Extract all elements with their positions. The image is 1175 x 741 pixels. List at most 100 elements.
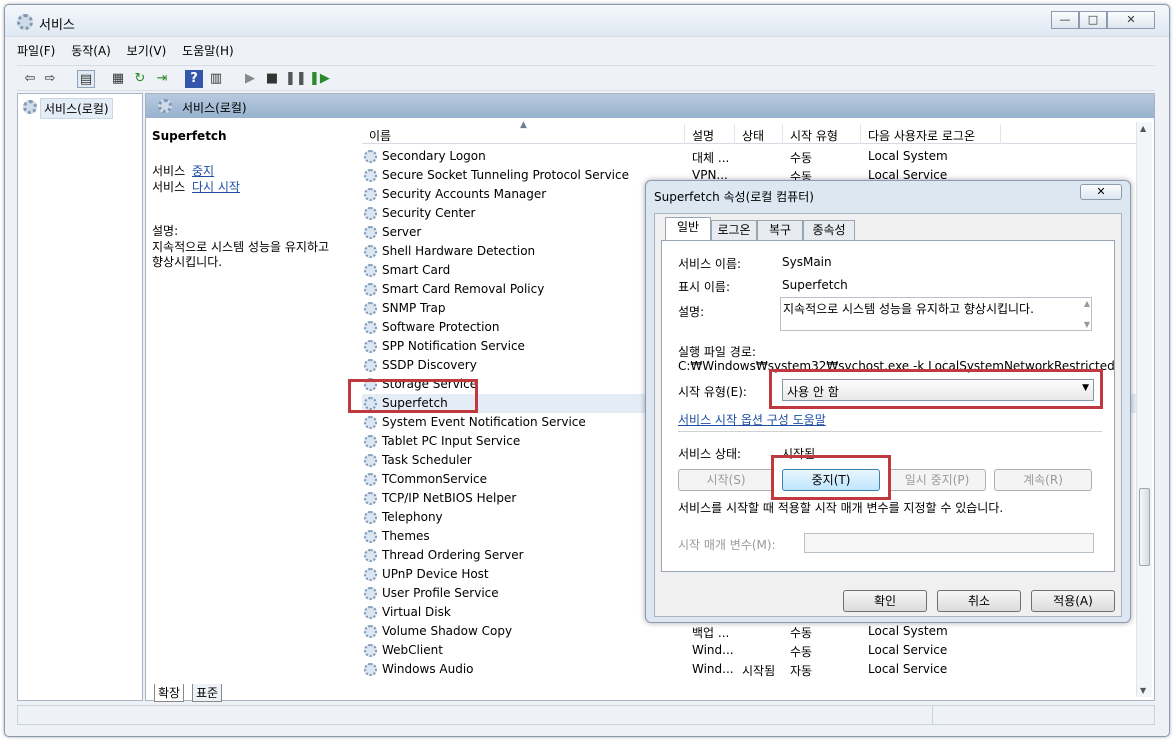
service-row[interactable]: WebClient Wind... 수동 Local Service bbox=[362, 641, 1142, 660]
service-desc: 대체 ... bbox=[692, 151, 730, 165]
col-startup[interactable]: 시작 유형 bbox=[790, 127, 838, 144]
minimize-button[interactable]: — bbox=[1051, 11, 1079, 29]
action-pane-icon[interactable]: ▥ bbox=[207, 70, 225, 88]
service-logon: Local System bbox=[868, 624, 948, 638]
status-divider bbox=[932, 706, 933, 724]
service-gear-icon bbox=[364, 150, 377, 163]
service-desc: Wind... bbox=[692, 643, 734, 657]
separator bbox=[678, 431, 1102, 432]
service-name: Security Center bbox=[382, 206, 476, 220]
service-name: SSDP Discovery bbox=[382, 358, 477, 372]
show-hide-tree-icon[interactable]: ▤ bbox=[77, 70, 95, 88]
stop-service-link[interactable]: 중지 bbox=[192, 162, 214, 179]
service-gear-icon bbox=[364, 454, 377, 467]
tab-dependencies[interactable]: 종속성 bbox=[803, 220, 855, 240]
ok-button[interactable]: 확인 bbox=[843, 590, 927, 612]
menu-file[interactable]: 파일(F) bbox=[17, 44, 55, 58]
forward-arrow-icon[interactable]: ⇨ bbox=[41, 70, 59, 88]
tab-standard[interactable]: 표준 bbox=[192, 684, 223, 702]
col-separator bbox=[1000, 124, 1001, 144]
service-gear-icon bbox=[364, 530, 377, 543]
service-gear-icon bbox=[364, 321, 377, 334]
service-gear-icon bbox=[364, 207, 377, 220]
service-logon: Local Service bbox=[868, 662, 948, 676]
play-icon[interactable]: ▶ bbox=[241, 70, 259, 88]
service-name: User Profile Service bbox=[382, 586, 499, 600]
service-desc: Wind... bbox=[692, 662, 734, 676]
menu-help[interactable]: 도움말(H) bbox=[182, 44, 234, 58]
service-gear-icon bbox=[364, 359, 377, 372]
display-name-value: Superfetch bbox=[782, 278, 848, 292]
service-gear-icon bbox=[364, 435, 377, 448]
service-name: Security Accounts Manager bbox=[382, 187, 547, 201]
scroll-up-icon[interactable]: ▲ bbox=[1140, 124, 1146, 133]
scroll-thumb[interactable] bbox=[1139, 488, 1150, 566]
tab-general[interactable]: 일반 bbox=[665, 217, 711, 240]
tab-recovery[interactable]: 복구 bbox=[757, 220, 803, 240]
pane-header: 서비스(로컬) bbox=[146, 94, 1154, 118]
restart-icon[interactable]: ❚▶ bbox=[309, 70, 330, 88]
start-param-input[interactable] bbox=[804, 533, 1094, 553]
properties-icon[interactable]: ▦ bbox=[109, 70, 127, 88]
service-gear-icon bbox=[364, 188, 377, 201]
start-param-label: 시작 매개 변수(M): bbox=[678, 538, 776, 552]
desc-scroll-down-icon[interactable]: ▼ bbox=[1084, 320, 1090, 329]
service-name-label: 서비스 이름: bbox=[678, 257, 742, 271]
pane-header-title: 서비스(로컬) bbox=[182, 101, 247, 115]
dialog-close-button[interactable]: ✕ bbox=[1080, 184, 1122, 200]
pause-button[interactable]: 일시 중지(P) bbox=[888, 469, 986, 491]
start-param-hint: 서비스를 시작할 때 적용할 시작 매개 변수를 지정할 수 있습니다. bbox=[678, 501, 1004, 515]
service-desc: 백업 ... bbox=[692, 626, 730, 640]
help-icon[interactable]: ? bbox=[185, 70, 203, 88]
service-row[interactable]: Windows Audio Wind... 시작됨 자동 Local Service bbox=[362, 660, 1142, 679]
service-name: Secondary Logon bbox=[382, 149, 486, 163]
scroll-down-icon[interactable]: ▼ bbox=[1140, 686, 1146, 695]
resume-button[interactable]: 계속(R) bbox=[994, 469, 1092, 491]
close-button[interactable]: ✕ bbox=[1107, 11, 1155, 29]
service-gear-icon bbox=[364, 663, 377, 676]
dialog-desc-label: 설명: bbox=[678, 305, 705, 319]
startup-options-help-link[interactable]: 서비스 시작 옵션 구성 도움말 bbox=[678, 411, 826, 428]
service-gear-icon bbox=[364, 625, 377, 638]
menu-view[interactable]: 보기(V) bbox=[127, 44, 167, 58]
export-list-icon[interactable]: ⇥ bbox=[153, 70, 171, 88]
start-button[interactable]: 시작(S) bbox=[678, 469, 774, 491]
service-row[interactable]: Secondary Logon 대체 ... 수동 Local System bbox=[362, 147, 1142, 166]
col-logon[interactable]: 다음 사용자로 로그온 bbox=[868, 127, 975, 144]
service-row[interactable]: Volume Shadow Copy 백업 ... 수동 Local System bbox=[362, 622, 1142, 641]
restart-service-link[interactable]: 다시 시작 bbox=[192, 178, 240, 195]
maximize-button[interactable]: □ bbox=[1079, 11, 1107, 29]
col-name[interactable]: 이름 bbox=[369, 127, 391, 144]
dialog-body: 일반 로그온 복구 종속성 서비스 이름: SysMain 표시 이름: Sup… bbox=[654, 213, 1122, 617]
stop-icon[interactable]: ■ bbox=[263, 70, 281, 88]
tree-item-services-local[interactable]: 서비스(로컬) bbox=[40, 98, 113, 119]
apply-button[interactable]: 적용(A) bbox=[1031, 590, 1115, 612]
col-status[interactable]: 상태 bbox=[742, 127, 764, 144]
dialog-desc-box[interactable]: 지속적으로 시스템 성능을 유지하고 향상시킵니다. ▲ ▼ bbox=[780, 297, 1092, 331]
tab-logon[interactable]: 로그온 bbox=[711, 220, 757, 240]
sort-up-icon: ▲ bbox=[520, 120, 527, 130]
cancel-button[interactable]: 취소 bbox=[937, 590, 1021, 612]
vertical-scrollbar[interactable]: ▲ ▼ bbox=[1136, 122, 1152, 697]
service-gear-icon bbox=[364, 226, 377, 239]
col-desc[interactable]: 설명 bbox=[692, 127, 714, 144]
service-name: Thread Ordering Server bbox=[382, 548, 524, 562]
highlight-startup-type bbox=[769, 369, 1103, 409]
service-name: UPnP Device Host bbox=[382, 567, 489, 581]
service-name: System Event Notification Service bbox=[382, 415, 586, 429]
action-prefix-stop: 서비스 bbox=[152, 164, 186, 178]
menu-action[interactable]: 동작(A) bbox=[71, 44, 111, 58]
pause-icon[interactable]: ❚❚ bbox=[285, 70, 307, 88]
refresh-icon[interactable]: ↻ bbox=[131, 70, 149, 88]
desc-scroll-up-icon[interactable]: ▲ bbox=[1084, 299, 1090, 308]
service-gear-icon bbox=[364, 283, 377, 296]
services-gear-icon bbox=[17, 14, 33, 30]
status-bar bbox=[17, 705, 1155, 725]
service-name: Software Protection bbox=[382, 320, 500, 334]
service-name: Shell Hardware Detection bbox=[382, 244, 536, 258]
back-arrow-icon[interactable]: ⇦ bbox=[21, 70, 39, 88]
tab-extended[interactable]: 확장 bbox=[154, 684, 185, 702]
exe-path-label: 실행 파일 경로: bbox=[678, 345, 756, 359]
col-separator bbox=[782, 124, 783, 144]
service-name: Server bbox=[382, 225, 422, 239]
